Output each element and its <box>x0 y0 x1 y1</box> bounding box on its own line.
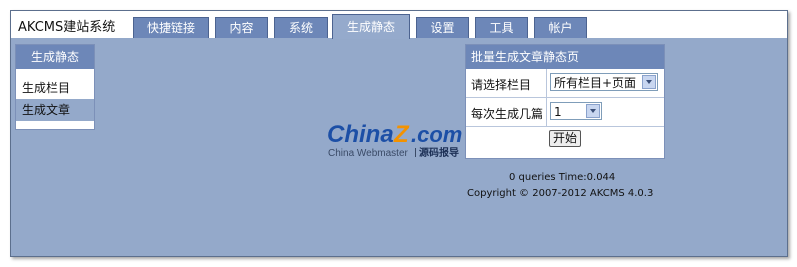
chevron-down-icon[interactable] <box>642 75 656 89</box>
tab-tools[interactable]: 工具 <box>475 17 528 38</box>
query-stats: 0 queries Time:0.044 <box>509 172 616 183</box>
count-select[interactable]: 1 <box>550 102 602 120</box>
start-button[interactable]: 开始 <box>549 130 581 147</box>
sidebar-panel: 生成静态 生成栏目 生成文章 <box>15 44 95 130</box>
count-select-value: 1 <box>554 105 562 119</box>
logo-text-z: Z <box>393 121 410 148</box>
chevron-down-icon[interactable] <box>586 104 600 118</box>
site-brand: AKCMS建站系统 <box>18 20 116 35</box>
logo-text-china: China <box>327 121 394 148</box>
tab-system[interactable]: 系统 <box>274 17 328 38</box>
submit-row: 开始 <box>466 127 664 153</box>
sidebar-item-generate-category[interactable]: 生成栏目 <box>16 77 94 99</box>
logo-text-com: .com <box>411 122 462 147</box>
tab-account[interactable]: 帐户 <box>534 17 587 38</box>
logo-tagline-divider <box>415 148 416 157</box>
tab-settings[interactable]: 设置 <box>416 17 469 38</box>
logo-tagline-right: 源码报导 <box>419 146 459 159</box>
tab-generate-static[interactable]: 生成静态 <box>332 14 410 39</box>
category-select[interactable]: 所有栏目+页面 <box>550 73 658 91</box>
tab-content[interactable]: 内容 <box>215 17 268 38</box>
batch-generate-panel: 批量生成文章静态页 请选择栏目 所有栏目+页面 每次生成几篇 1 开始 <box>465 44 665 159</box>
category-select-value: 所有栏目+页面 <box>554 76 637 90</box>
logo-tagline-left: China Webmaster <box>328 148 409 159</box>
count-row: 每次生成几篇 1 <box>466 98 664 127</box>
sidebar-item-generate-article[interactable]: 生成文章 <box>16 99 94 121</box>
panel-title: 批量生成文章静态页 <box>466 45 664 69</box>
category-row: 请选择栏目 所有栏目+页面 <box>466 69 664 98</box>
count-label: 每次生成几篇 <box>471 107 544 121</box>
sidebar-title: 生成静态 <box>16 45 94 69</box>
top-bar: AKCMS建站系统 快捷链接 内容 系统 生成静态 设置 工具 帐户 <box>11 11 787 39</box>
app-window: AKCMS建站系统 快捷链接 内容 系统 生成静态 设置 工具 帐户 生成静态 … <box>10 10 788 257</box>
copyright: Copyright © 2007-2012 AKCMS 4.0.3 <box>467 188 654 199</box>
tab-shortcuts[interactable]: 快捷链接 <box>133 17 209 38</box>
category-label: 请选择栏目 <box>471 78 532 92</box>
chinaz-watermark-logo: China Z .com China Webmaster 源码报导 <box>327 121 462 159</box>
